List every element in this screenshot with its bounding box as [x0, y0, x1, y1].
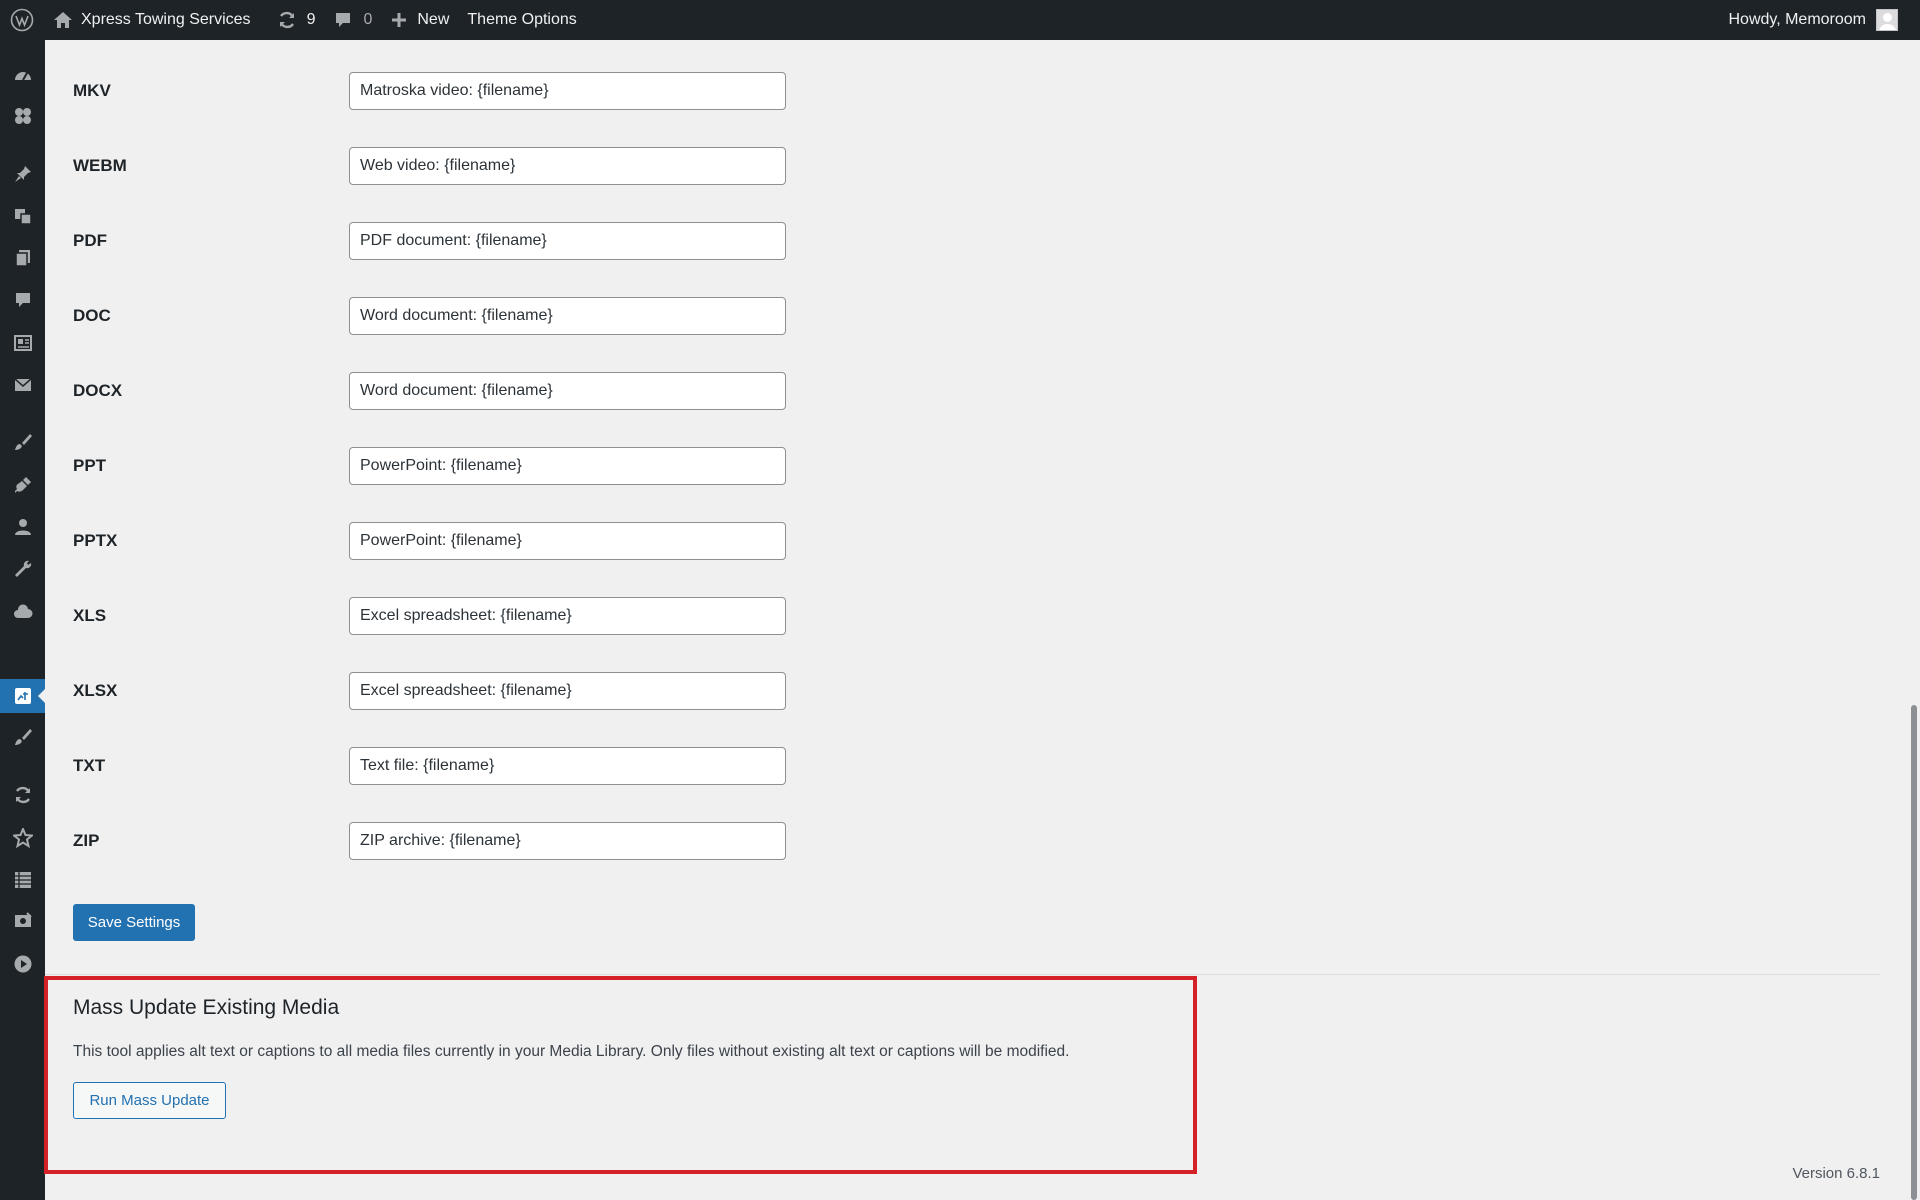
comments-count: 0 — [363, 11, 373, 28]
settings-row-docx: DOCX — [73, 372, 786, 410]
brush-icon[interactable] — [0, 720, 45, 754]
field-label: TXT — [73, 756, 106, 775]
field-label: PPTX — [73, 531, 118, 550]
settings-icon[interactable] — [0, 904, 45, 938]
sync-icon[interactable] — [0, 778, 45, 812]
cloud-icon[interactable] — [0, 595, 45, 629]
media-text-settings-icon[interactable] — [0, 679, 45, 713]
run-mass-update-button[interactable]: Run Mass Update — [73, 1082, 226, 1119]
media-icon[interactable] — [0, 199, 45, 233]
settings-row-xls: XLS — [73, 597, 786, 635]
site-name: Xpress Towing Services — [81, 11, 251, 28]
updates-icon — [277, 10, 297, 30]
plus-icon — [390, 11, 408, 29]
star-icon[interactable] — [0, 821, 45, 855]
field-label: PPT — [73, 456, 107, 475]
theme-options-link[interactable]: Theme Options — [458, 0, 585, 40]
caption-template-input[interactable] — [349, 222, 786, 260]
comment-icon — [333, 10, 353, 30]
list-icon[interactable] — [0, 863, 45, 897]
theme-options-label: Theme Options — [467, 11, 577, 28]
field-label: ZIP — [73, 831, 100, 850]
field-label: XLS — [73, 606, 107, 625]
caption-template-input[interactable] — [349, 747, 786, 785]
users-icon[interactable] — [0, 510, 45, 544]
new-content-link[interactable]: New — [381, 0, 458, 40]
appearance-brush-icon[interactable] — [0, 425, 45, 459]
pages-icon[interactable] — [0, 241, 45, 275]
wp-version: Version 6.8.1 — [1792, 1165, 1880, 1182]
new-label: New — [417, 11, 450, 28]
updates-link[interactable]: 9 — [268, 0, 325, 40]
settings-row-ppt: PPT — [73, 447, 786, 485]
field-label: DOCX — [73, 381, 123, 400]
caption-template-input[interactable] — [349, 672, 786, 710]
admin-side-menu — [0, 40, 45, 1200]
site-name-link[interactable]: Xpress Towing Services — [44, 0, 260, 40]
settings-row-doc: DOC — [73, 297, 786, 335]
plugins-icon[interactable] — [0, 468, 45, 502]
caption-template-input[interactable] — [349, 147, 786, 185]
field-label: MKV — [73, 81, 111, 100]
settings-row-pdf: PDF — [73, 222, 786, 260]
home-icon — [53, 10, 73, 30]
page-scrollbar[interactable] — [1908, 40, 1920, 1200]
settings-row-xlsx: XLSX — [73, 672, 786, 710]
settings-row-mkv: MKV — [73, 72, 786, 110]
field-label: WEBM — [73, 156, 127, 175]
caption-template-input[interactable] — [349, 72, 786, 110]
admin-bar: Xpress Towing Services 9 0 New Theme Opt… — [0, 0, 1920, 40]
caption-template-input[interactable] — [349, 597, 786, 635]
wordpress-logo-icon[interactable] — [0, 0, 44, 40]
updates-count: 9 — [306, 11, 316, 28]
portfolio-icon[interactable] — [0, 326, 45, 360]
field-label: DOC — [73, 306, 111, 325]
dashboard-icon[interactable] — [0, 58, 45, 92]
caption-template-input[interactable] — [349, 522, 786, 560]
section-divider — [45, 974, 1880, 975]
save-settings-button[interactable]: Save Settings — [73, 904, 195, 941]
posts-icon[interactable] — [0, 157, 45, 191]
avatar[interactable] — [1876, 9, 1898, 31]
field-label: XLSX — [73, 681, 118, 700]
comments-icon[interactable] — [0, 283, 45, 317]
tools-icon[interactable] — [0, 552, 45, 586]
caption-template-input[interactable] — [349, 822, 786, 860]
scrollbar-thumb[interactable] — [1911, 705, 1917, 1200]
settings-row-txt: TXT — [73, 747, 786, 785]
caption-template-input[interactable] — [349, 447, 786, 485]
caption-template-input[interactable] — [349, 372, 786, 410]
settings-row-zip: ZIP — [73, 822, 786, 860]
settings-row-webm: WEBM — [73, 147, 786, 185]
caption-template-input[interactable] — [349, 297, 786, 335]
mass-update-title: Mass Update Existing Media — [73, 996, 340, 1019]
play-icon[interactable] — [0, 947, 45, 981]
mass-update-description: This tool applies alt text or captions t… — [73, 1043, 1070, 1060]
comments-link[interactable]: 0 — [324, 0, 381, 40]
greeting: Howdy, Memoroom — [1728, 11, 1866, 28]
field-label: PDF — [73, 231, 107, 250]
my-account[interactable]: Howdy, Memoroom — [1728, 0, 1920, 40]
settings-row-pptx: PPTX — [73, 522, 786, 560]
appearance-icon[interactable] — [0, 99, 45, 133]
contact-icon[interactable] — [0, 368, 45, 402]
